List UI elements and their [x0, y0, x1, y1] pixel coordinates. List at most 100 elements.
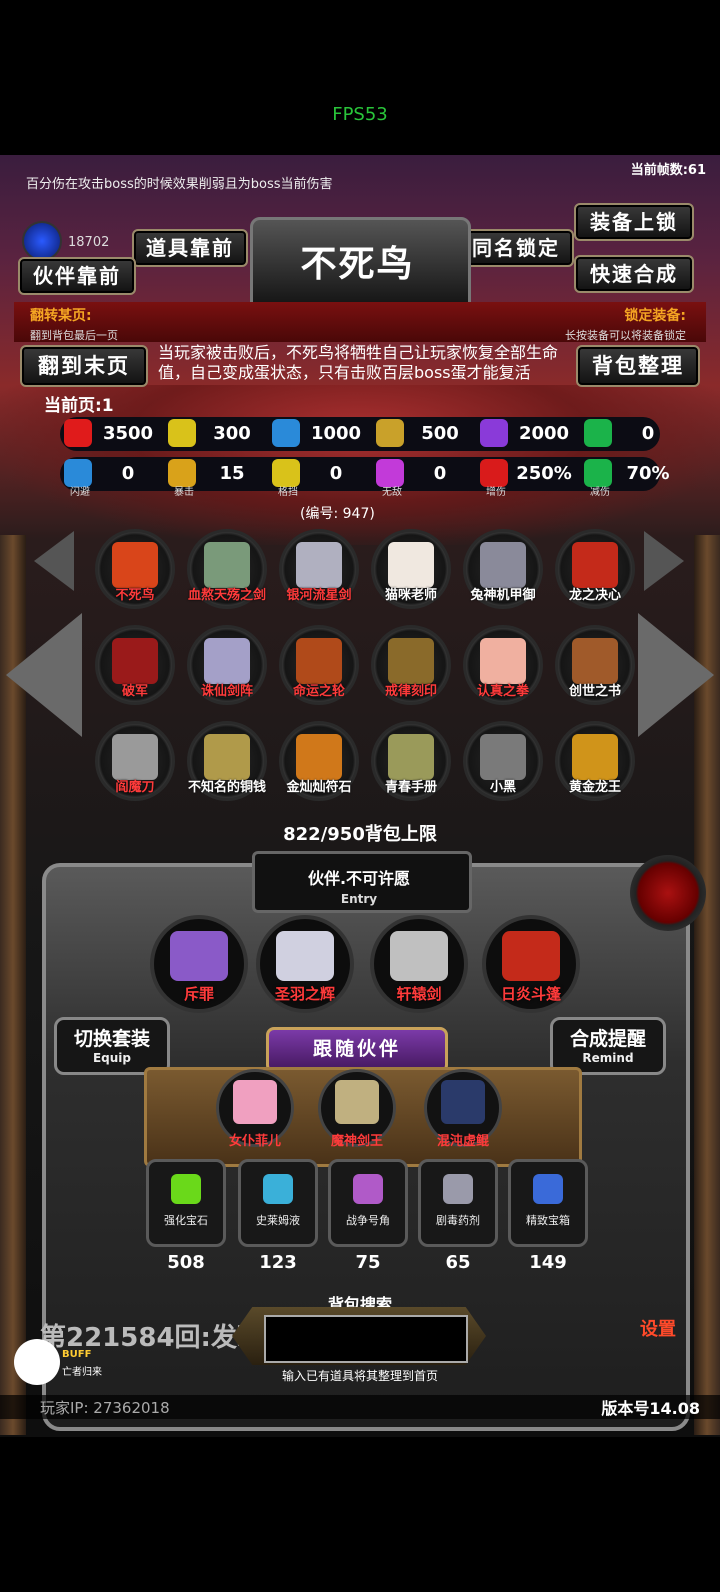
inventory-slot[interactable]: 强化宝石 508: [146, 1159, 226, 1273]
frame-count: 当前帧数:61: [630, 163, 706, 178]
item-art-icon: [572, 542, 618, 588]
item-front-button[interactable]: 道具靠前: [132, 229, 248, 267]
close-icon[interactable]: [630, 855, 706, 931]
item-art-icon: [572, 638, 618, 684]
inventory-count: 75: [355, 1252, 381, 1273]
item-art-icon: [112, 542, 158, 588]
next-page-small-arrow[interactable]: [644, 531, 684, 591]
item-title: 不死鸟: [300, 244, 415, 285]
entry-subtitle: Entry: [340, 892, 378, 906]
inventory-slot[interactable]: 史莱姆液 123: [238, 1159, 318, 1273]
heart-icon: [64, 419, 92, 447]
inventory-slot[interactable]: 剧毒药剂 65: [418, 1159, 498, 1273]
stat-item: 70% 减伤: [582, 457, 678, 498]
item-slot[interactable]: 诛仙剑阵: [187, 625, 267, 705]
item-slot[interactable]: 戒律刻印: [371, 625, 451, 705]
item-slot[interactable]: 兔神机甲御: [463, 529, 543, 609]
stat-value: 70%: [626, 463, 670, 484]
clover-icon: [584, 419, 612, 447]
inventory-count: 149: [529, 1252, 567, 1273]
item-slot[interactable]: 不死鸟: [95, 529, 175, 609]
helmet-icon: [272, 419, 300, 447]
stat-item: 0: [582, 417, 678, 451]
item-slot[interactable]: 金灿灿符石: [279, 721, 359, 801]
item-art-icon: [388, 542, 434, 588]
equipped-slot[interactable]: 轩辕剑: [370, 915, 468, 1013]
inventory-slot[interactable]: 精致宝箱 149: [508, 1159, 588, 1273]
item-art-icon: [296, 734, 342, 780]
item-slot[interactable]: 创世之书: [555, 625, 635, 705]
item-slot[interactable]: 阎魔刀: [95, 721, 175, 801]
stat-item: 300: [166, 417, 262, 451]
inventory-item-icon: [533, 1174, 563, 1204]
stat-value: 300: [213, 423, 251, 444]
same-name-lock-button[interactable]: 同名锁定: [458, 229, 574, 267]
inventory-name: 精致宝箱: [526, 1214, 570, 1227]
equipped-slot[interactable]: 日炎斗篷: [482, 915, 580, 1013]
inventory-item-icon: [263, 1174, 293, 1204]
item-slot[interactable]: 龙之决心: [555, 529, 635, 609]
item-slot[interactable]: 命运之轮: [279, 625, 359, 705]
lightning-icon: [480, 419, 508, 447]
lock-equip-label: 锁定装备:: [624, 308, 686, 324]
equipped-name: 圣羽之辉: [274, 985, 335, 1003]
inventory-name: 战争号角: [346, 1214, 390, 1227]
item-slot[interactable]: 小黑: [463, 721, 543, 801]
stat-item: 1000: [270, 417, 366, 451]
item-slot[interactable]: 猫咪老师: [371, 529, 451, 609]
item-slot[interactable]: 破军: [95, 625, 175, 705]
stat-value: 15: [219, 463, 245, 484]
inventory-name: 史莱姆液: [256, 1214, 300, 1227]
version-number: 版本号14.08: [601, 1399, 700, 1418]
stat-name: 增伤: [486, 487, 506, 498]
partner-front-button[interactable]: 伙伴靠前: [18, 257, 136, 295]
current-page: 当前页:1: [44, 396, 114, 416]
buff-name: 亡者归来: [62, 1367, 102, 1378]
tip-text: 百分伤在攻击boss的时候效果削弱且为boss当前伤害: [26, 177, 333, 192]
equipment-art-icon: [170, 931, 228, 981]
item-slot[interactable]: 黄金龙王: [555, 721, 635, 801]
equipped-slot[interactable]: 圣羽之辉: [256, 915, 354, 1013]
stat-item: 250% 增伤: [478, 457, 574, 498]
companion-slot[interactable]: 混沌虚鲲: [424, 1069, 502, 1149]
search-input[interactable]: [264, 1315, 468, 1363]
companion-slot[interactable]: 魔神剑王: [318, 1069, 396, 1149]
prev-page-small-arrow[interactable]: [34, 531, 74, 591]
item-slot[interactable]: 不知名的铜钱: [187, 721, 267, 801]
item-art-icon: [388, 638, 434, 684]
search-hint: 输入已有道具将其整理到首页: [281, 1369, 438, 1383]
companion-art-icon: [233, 1080, 277, 1124]
next-page-arrow[interactable]: [638, 613, 714, 737]
inventory-item-icon: [353, 1174, 383, 1204]
quick-compose-button[interactable]: 快速合成: [574, 255, 694, 293]
item-slot[interactable]: 银河流星剑: [279, 529, 359, 609]
skull-icon[interactable]: [14, 1339, 60, 1385]
inventory-count: 123: [259, 1252, 297, 1273]
flip-to-end-button[interactable]: 翻到末页: [20, 345, 148, 387]
item-art-icon: [480, 734, 526, 780]
inventory-count: 508: [167, 1252, 205, 1273]
item-slot[interactable]: 认真之拳: [463, 625, 543, 705]
gem-icon: [22, 221, 62, 261]
item-art-icon: [112, 638, 158, 684]
stat-value: 0: [329, 463, 343, 484]
stat-item: 0 格挡: [270, 457, 366, 498]
bag-sort-button[interactable]: 背包整理: [576, 345, 700, 387]
item-slot[interactable]: 青春手册: [371, 721, 451, 801]
equipped-name: 斥罪: [183, 985, 214, 1003]
inventory-slot[interactable]: 战争号角 75: [328, 1159, 408, 1273]
entry-title: 伙伴.不可许愿: [307, 869, 411, 888]
equip-lock-button[interactable]: 装备上锁: [574, 203, 694, 241]
item-slot[interactable]: 血熬天殇之剑: [187, 529, 267, 609]
settings-button[interactable]: 设置: [640, 1315, 676, 1341]
stat-value: 1000: [310, 423, 362, 444]
item-art-icon: [480, 638, 526, 684]
strength-icon: [168, 419, 196, 447]
stat-item: 0 无敌: [374, 457, 470, 498]
prev-page-arrow[interactable]: [6, 613, 82, 737]
companion-slot[interactable]: 女仆菲儿: [216, 1069, 294, 1149]
equipped-slot[interactable]: 斥罪: [150, 915, 248, 1013]
inventory-name: 强化宝石: [164, 1214, 208, 1227]
stat-value: 250%: [516, 463, 572, 484]
stat-value: 3500: [102, 423, 154, 444]
